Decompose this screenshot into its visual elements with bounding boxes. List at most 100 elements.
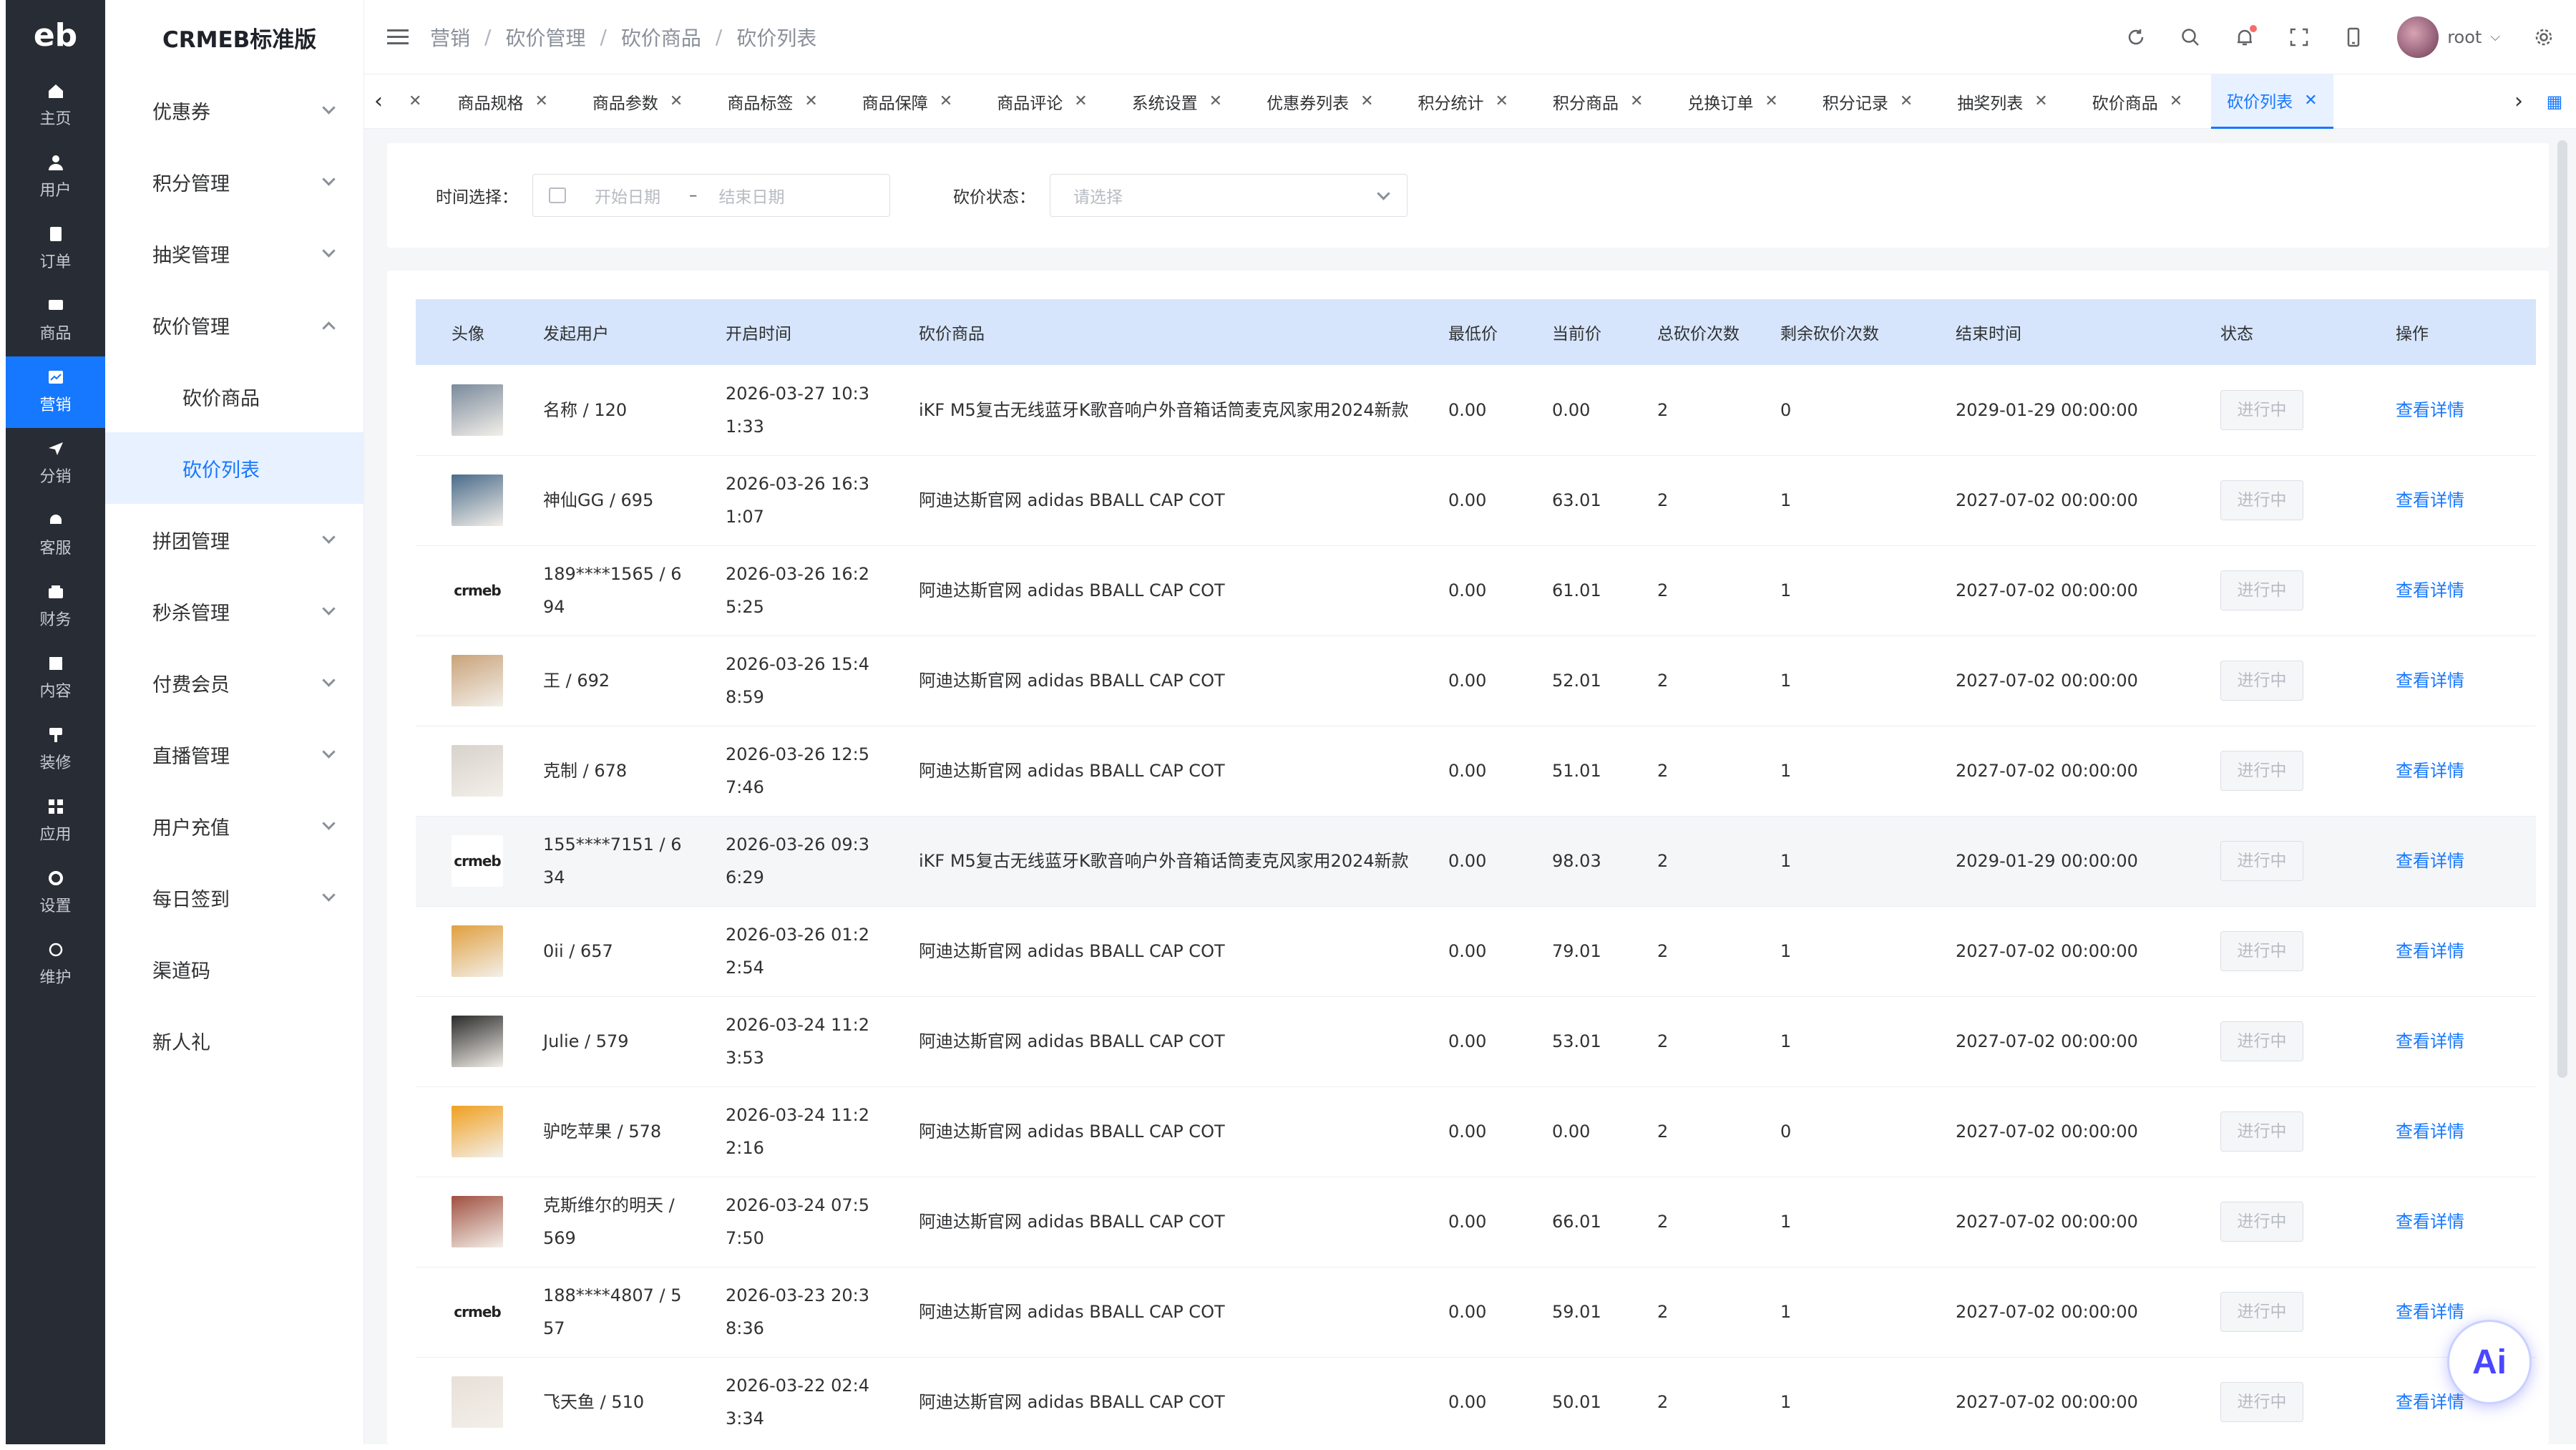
view-details-link[interactable]: 查看详情 [2396,941,2464,961]
submenu-item[interactable]: 抽奖管理 [105,218,364,289]
submenu-item[interactable]: 用户充值 [105,790,364,862]
tab[interactable]: ✕ 商品规格 ✕ [393,74,564,129]
view-details-link[interactable]: 查看详情 [2396,851,2464,871]
status-select[interactable]: 请选择 [1050,174,1407,217]
breadcrumb-item[interactable]: 砍价商品 [621,23,701,52]
gear-icon[interactable] [2533,26,2555,48]
user-menu[interactable]: root ⌵ [2397,16,2500,58]
tab[interactable]: 抽奖列表 ✕ [1941,74,2063,129]
view-details-link[interactable]: 查看详情 [2396,1392,2464,1412]
tab[interactable]: 积分统计 ✕ [1402,74,1524,129]
rail-item[interactable]: 商品 [6,285,105,356]
bell-icon[interactable] [2234,24,2258,48]
tab[interactable]: 积分记录 ✕ [1807,74,1928,129]
app-logo[interactable]: eb [6,0,105,70]
submenu-item[interactable]: 砍价管理 [105,289,364,361]
tab[interactable]: 砍价商品 ✕ [2077,74,2198,129]
rail-item-label: 商品 [39,325,72,343]
rail-item[interactable]: 订单 [6,213,105,285]
close-icon[interactable]: ✕ [670,92,683,110]
tab[interactable]: 积分商品 ✕ [1537,74,1659,129]
close-icon[interactable]: ✕ [1209,92,1222,110]
close-icon[interactable]: ✕ [1765,92,1777,110]
menu-toggle-icon[interactable] [387,25,409,49]
crmeb-logo: crmeb [454,852,501,870]
submenu-item[interactable]: 新人礼 [105,1005,364,1076]
ai-assistant-button[interactable]: Ai [2447,1320,2532,1404]
tab[interactable]: 商品保障 ✕ [847,74,968,129]
tab[interactable]: 商品评论 ✕ [981,74,1103,129]
tab[interactable]: 商品参数 ✕ [577,74,698,129]
rail-item[interactable]: 分销 [6,428,105,500]
submenu-item[interactable]: 拼团管理 [105,504,364,575]
end-date-input[interactable]: 结束日期 [719,183,785,208]
view-details-link[interactable]: 查看详情 [2396,400,2464,420]
current-price: 59.01 [1516,1267,1621,1358]
view-details-link[interactable]: 查看详情 [2396,671,2464,691]
tabs-scroll-left-icon[interactable]: ‹ [364,89,393,114]
submenu-item[interactable]: 优惠券 [105,74,364,146]
close-icon[interactable]: ✕ [1496,92,1508,110]
grid-icon[interactable]: ▦ [2533,92,2576,112]
tab[interactable]: 砍价列表 ✕ [2211,74,2333,129]
close-icon[interactable]: ✕ [535,92,547,110]
submenu-item[interactable]: 付费会员 [105,647,364,719]
avatar [452,384,503,436]
rail-item[interactable]: 应用 [6,786,105,857]
close-icon[interactable]: ✕ [1074,92,1087,110]
view-details-link[interactable]: 查看详情 [2396,1212,2464,1232]
tab[interactable]: 兑换订单 ✕ [1672,74,1793,129]
min-price: 0.00 [1413,636,1516,726]
close-icon[interactable]: ✕ [2170,92,2182,110]
submenu-child-item[interactable]: 砍价列表 [105,432,364,504]
tab[interactable]: 商品标签 ✕ [711,74,833,129]
tabs-scroll-right-icon[interactable]: › [2504,89,2533,114]
close-icon[interactable]: ✕ [2304,92,2317,110]
rail-item[interactable]: 营销 [6,356,105,428]
submenu-item[interactable]: 秒杀管理 [105,575,364,647]
submenu-child-item[interactable]: 砍价商品 [105,361,364,432]
close-icon[interactable]: ✕ [940,92,952,110]
submenu-item[interactable]: 每日签到 [105,862,364,933]
order-icon [47,226,65,242]
rail-item[interactable]: 装修 [6,714,105,786]
view-details-link[interactable]: 查看详情 [2396,761,2464,781]
view-details-link[interactable]: 查看详情 [2396,1031,2464,1051]
close-icon[interactable]: ✕ [2034,92,2047,110]
close-icon[interactable]: ✕ [409,92,421,110]
rail-item[interactable]: 内容 [6,643,105,714]
rail-item[interactable]: 主页 [6,70,105,142]
current-price: 79.01 [1516,906,1621,997]
bargain-product: 阿迪达斯官网 adidas BBALL CAP COT [883,906,1413,997]
search-icon[interactable] [2180,26,2201,48]
rail-item[interactable]: 用户 [6,142,105,213]
close-icon[interactable]: ✕ [1630,92,1643,110]
bargain-product: 阿迪达斯官网 adidas BBALL CAP COT [883,1357,1413,1444]
refresh-icon[interactable] [2125,26,2147,48]
rail-item[interactable]: 财务 [6,571,105,643]
view-details-link[interactable]: 查看详情 [2396,580,2464,600]
close-icon[interactable]: ✕ [1900,92,1913,110]
rail-item[interactable]: 维护 [6,929,105,1001]
date-range-picker[interactable]: 开始日期 – 结束日期 [532,174,890,217]
fullscreen-icon[interactable] [2288,26,2310,48]
breadcrumb-item[interactable]: 营销 [430,23,470,52]
page-scrollbar[interactable] [2557,140,2567,1078]
close-icon[interactable]: ✕ [1360,92,1373,110]
close-icon[interactable]: ✕ [804,92,817,110]
content-icon [47,656,65,671]
rail-item[interactable]: 客服 [6,500,105,571]
submenu-item[interactable]: 积分管理 [105,146,364,218]
view-details-link[interactable]: 查看详情 [2396,1121,2464,1142]
view-details-link[interactable]: 查看详情 [2396,490,2464,510]
mobile-preview-icon[interactable] [2343,26,2364,48]
tab[interactable]: 系统设置 ✕ [1116,74,1238,129]
rail-item[interactable]: 设置 [6,857,105,929]
start-date-input[interactable]: 开始日期 [595,183,660,208]
breadcrumb-item[interactable]: 砍价管理 [505,23,585,52]
view-details-link[interactable]: 查看详情 [2396,1302,2464,1322]
submenu-item[interactable]: 渠道码 [105,933,364,1005]
tab[interactable]: 优惠券列表 ✕ [1251,74,1389,129]
min-price: 0.00 [1413,545,1516,636]
submenu-item[interactable]: 直播管理 [105,719,364,790]
